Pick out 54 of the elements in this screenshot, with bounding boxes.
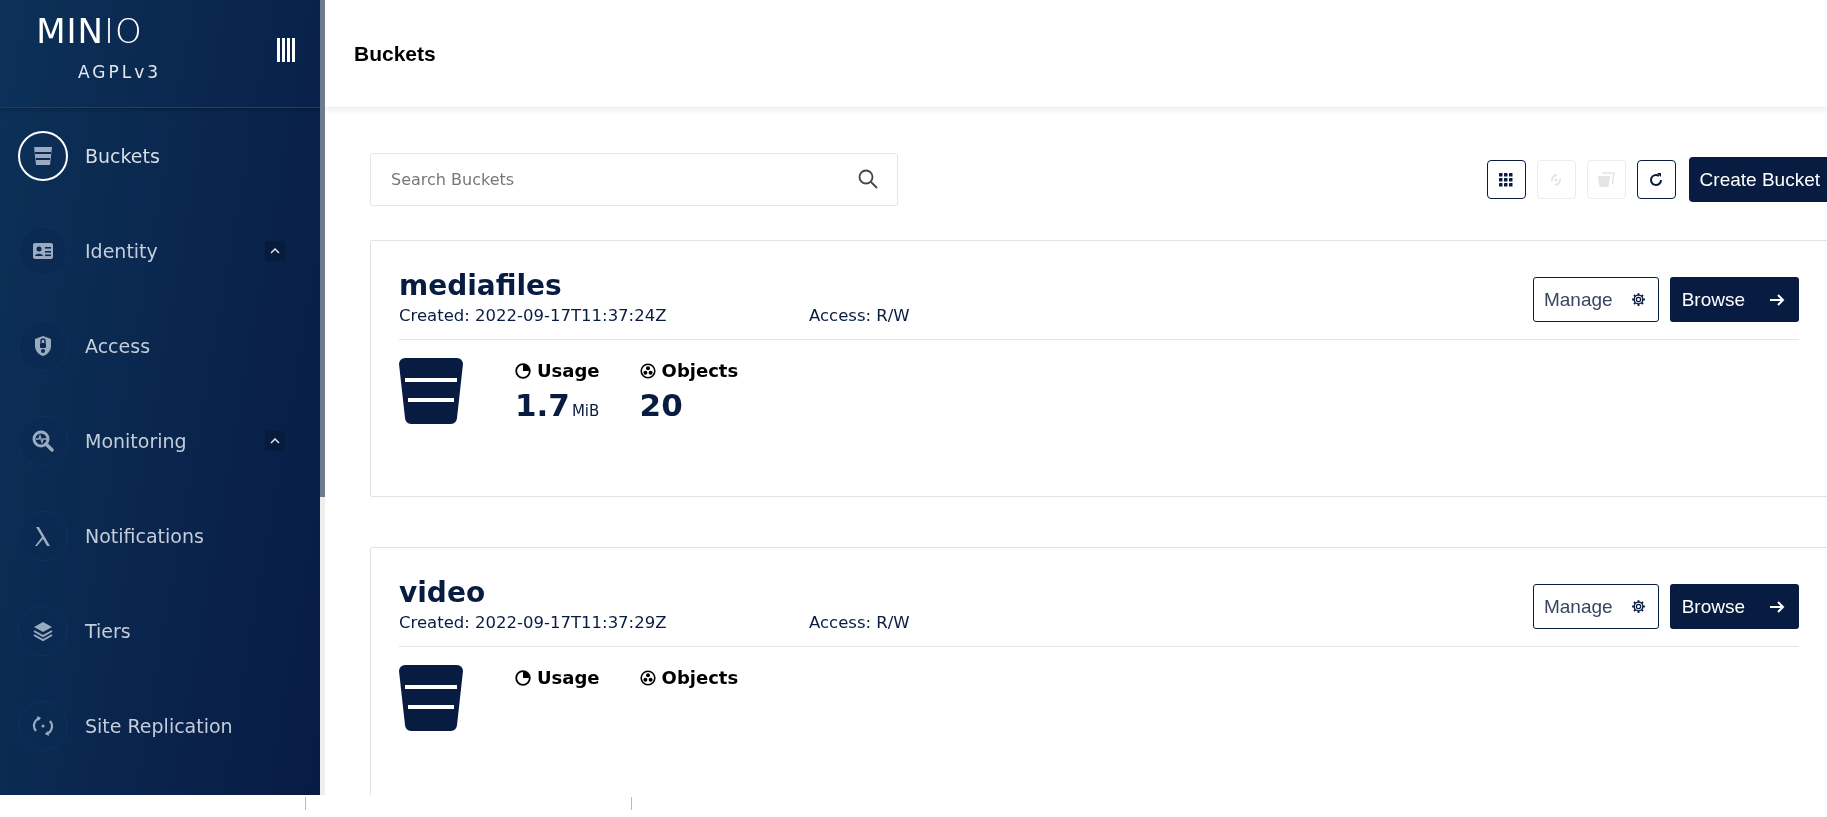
gear-icon[interactable]: [1630, 599, 1646, 614]
caret-icon[interactable]: [265, 240, 285, 261]
bucket-icon: [399, 358, 463, 424]
objects-icon: [639, 362, 656, 379]
refresh-icon[interactable]: [1648, 171, 1665, 188]
logo: MINIO: [36, 16, 143, 46]
nav-lambda-icon[interactable]: [18, 510, 68, 561]
refresh-button[interactable]: [1636, 160, 1676, 199]
nav-label[interactable]: Buckets: [85, 144, 320, 167]
created-date: Created: 2022-09-17T11:37:29Z: [399, 613, 668, 632]
caret-icon[interactable]: [265, 430, 285, 451]
access-label: Access: R/W: [809, 306, 910, 325]
access-label: Access: R/W: [809, 613, 910, 632]
manage-button[interactable]: Manage: [1532, 277, 1659, 322]
objects-label: Objects: [661, 360, 739, 381]
objects-icon: [639, 669, 656, 686]
license-label: AGPLv3: [78, 62, 162, 82]
nav-id-card-icon[interactable]: [18, 225, 68, 276]
bucket-name[interactable]: mediafiles: [399, 269, 910, 302]
grid-view-button[interactable]: [1486, 160, 1526, 199]
objects-label: Objects: [661, 667, 739, 688]
nav-sync-icon[interactable]: [18, 700, 68, 751]
browse-button[interactable]: Browse: [1669, 584, 1799, 629]
create-bucket-button[interactable]: Create Bucket: [1688, 157, 1827, 202]
bucket-name[interactable]: video: [399, 576, 910, 609]
nav-label[interactable]: Monitoring: [85, 429, 265, 452]
nav-label[interactable]: Notifications: [85, 524, 320, 547]
nav-label[interactable]: Site Replication: [85, 714, 320, 737]
usage-value: 1.7: [515, 387, 570, 423]
nav-shield-icon[interactable]: [18, 320, 68, 371]
arrow-right-icon[interactable]: [1769, 600, 1785, 613]
usage-unit: MiB: [571, 402, 600, 420]
usage-label: Usage: [537, 360, 600, 381]
usage-label: Usage: [537, 667, 600, 688]
nav-layers-icon[interactable]: [18, 605, 68, 656]
browse-button[interactable]: Browse: [1669, 277, 1799, 322]
manage-button[interactable]: Manage: [1532, 584, 1659, 629]
objects-value: 20: [639, 387, 683, 423]
nav-magnifier-icon[interactable]: [18, 415, 68, 466]
grid-icon[interactable]: [1499, 172, 1514, 187]
created-date: Created: 2022-09-17T11:37:24Z: [399, 306, 668, 325]
pie-icon: [515, 362, 531, 379]
nav-bucket-icon[interactable]: [18, 130, 68, 181]
menu-icon[interactable]: [276, 38, 296, 62]
pie-icon: [515, 669, 531, 686]
page-title: Buckets: [354, 41, 436, 66]
search-icon[interactable]: [858, 169, 878, 189]
gear-icon[interactable]: [1630, 292, 1646, 307]
search-field[interactable]: Search Buckets: [370, 153, 898, 206]
arrow-right-icon[interactable]: [1769, 293, 1785, 306]
nav-label[interactable]: Access: [85, 334, 320, 357]
bucket-icon: [399, 665, 463, 731]
nav-label[interactable]: Tiers: [85, 619, 320, 642]
nav-label[interactable]: Identity: [85, 239, 265, 262]
